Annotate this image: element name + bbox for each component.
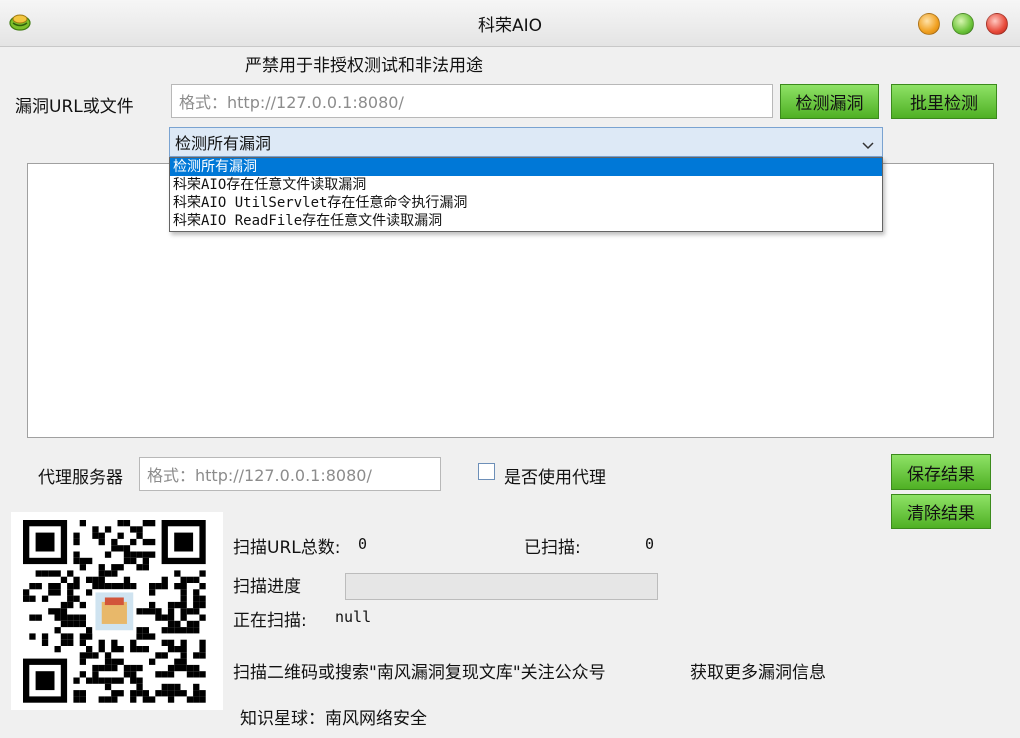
- scan-progress-bar: [345, 573, 658, 600]
- detect-vuln-button[interactable]: 检测漏洞: [780, 84, 879, 119]
- vuln-option[interactable]: 科荣AIO存在任意文件读取漏洞: [170, 176, 882, 194]
- chevron-down-icon[interactable]: [862, 136, 874, 155]
- scanned-value: 0: [645, 535, 655, 553]
- save-results-button[interactable]: 保存结果: [891, 454, 991, 490]
- use-proxy-label: 是否使用代理: [504, 468, 606, 488]
- close-button[interactable]: [986, 13, 1008, 35]
- warning-text: 严禁用于非授权测试和非法用途: [245, 56, 483, 76]
- promo-text: 扫描二维码或搜索"南风漏洞复现文库"关注公众号: [233, 663, 606, 683]
- use-proxy-checkbox[interactable]: [478, 463, 495, 480]
- vuln-option[interactable]: 科荣AIO ReadFile存在任意文件读取漏洞: [170, 212, 882, 230]
- current-scan-label: 正在扫描:: [233, 611, 307, 631]
- vuln-select-dropdown: 检测所有漏洞 科荣AIO存在任意文件读取漏洞 科荣AIO UtilServlet…: [169, 157, 883, 232]
- promo-link-text: 获取更多漏洞信息: [690, 663, 826, 683]
- total-urls-value: 0: [358, 535, 368, 553]
- clear-results-button[interactable]: 清除结果: [891, 494, 991, 529]
- scanned-label: 已扫描:: [524, 538, 581, 558]
- maximize-button[interactable]: [952, 13, 974, 35]
- window-title: 科荣AIO: [477, 16, 543, 36]
- vuln-select-value: 检测所有漏洞: [175, 134, 272, 153]
- qr-code-image: [11, 512, 223, 710]
- proxy-label: 代理服务器: [38, 468, 123, 488]
- title-bar: 科荣AIO: [0, 0, 1020, 47]
- proxy-input[interactable]: 格式：http://127.0.0.1:8080/: [139, 457, 441, 491]
- vuln-option[interactable]: 检测所有漏洞: [170, 158, 882, 176]
- current-scan-value: null: [335, 608, 372, 626]
- minimize-button[interactable]: [918, 13, 940, 35]
- batch-detect-button[interactable]: 批里检测: [891, 84, 997, 119]
- target-url-input[interactable]: 格式：http://127.0.0.1:8080/: [171, 84, 773, 118]
- vuln-select[interactable]: 检测所有漏洞: [169, 127, 883, 157]
- vuln-option[interactable]: 科荣AIO UtilServlet存在任意命令执行漏洞: [170, 194, 882, 212]
- progress-label: 扫描进度: [233, 577, 301, 597]
- total-urls-label: 扫描URL总数:: [233, 538, 341, 558]
- target-url-label: 漏洞URL或文件: [15, 97, 134, 117]
- knowledge-planet-text: 知识星球：南风网络安全: [240, 709, 427, 729]
